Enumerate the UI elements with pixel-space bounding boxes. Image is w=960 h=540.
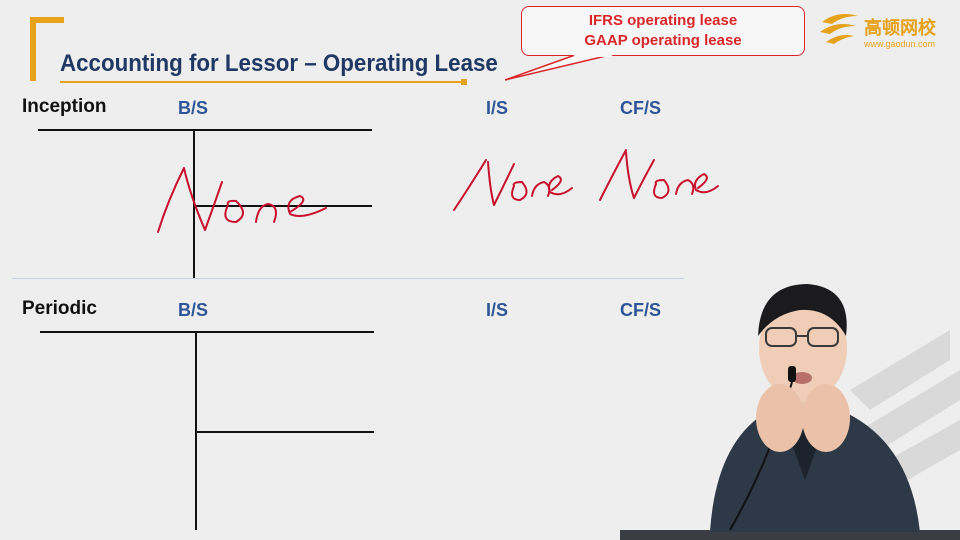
periodic-bs-split-line: [197, 431, 374, 433]
periodic-bs-top-line: [40, 331, 374, 333]
handwritten-none-bs: [157, 167, 327, 233]
row-label-periodic: Periodic: [22, 298, 97, 319]
handwritten-none-cfs: [599, 149, 719, 201]
col-header-bs-periodic: B/S: [178, 300, 209, 320]
col-header-is-periodic: I/S: [486, 300, 509, 320]
handwritten-none-is: [453, 159, 573, 211]
presenter-video-overlay: [620, 284, 960, 540]
section-divider: [12, 278, 684, 279]
